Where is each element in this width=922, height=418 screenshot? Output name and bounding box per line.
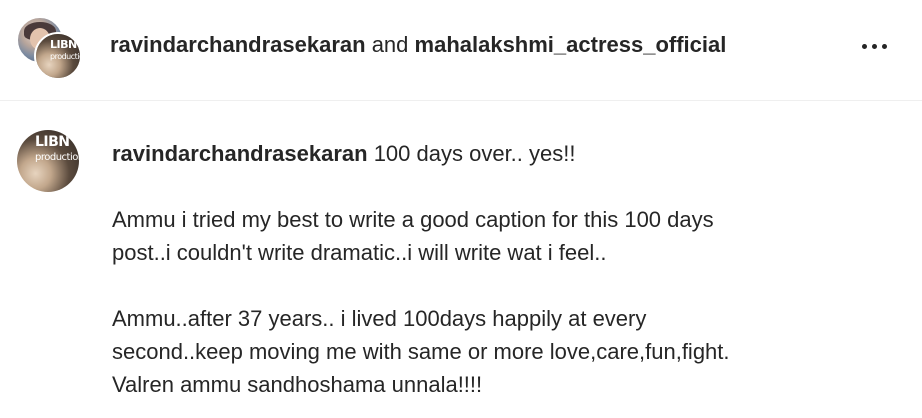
author-link-mahalakshmi[interactable]: mahalakshmi_actress_official	[415, 32, 727, 57]
collab-avatars[interactable]: LIBN production	[16, 16, 82, 80]
caption-line: Valren ammu sandhoshama unnala!!!!	[112, 372, 483, 397]
caption-line: Ammu i tried my best to write a good cap…	[112, 207, 714, 232]
author-link-ravindar[interactable]: ravindarchandrasekaran	[110, 32, 366, 57]
caption-line: Ammu..after 37 years.. i lived 100days h…	[112, 306, 647, 331]
dot	[881, 43, 887, 49]
logo-line2: production	[35, 152, 79, 163]
author-connector: and	[365, 32, 415, 57]
logo-line1: LIBN	[35, 134, 70, 150]
dot	[861, 43, 867, 49]
logo-line2: production	[50, 52, 80, 61]
caption-line: ravindarchandrasekaran 100 days over.. y…	[112, 137, 892, 170]
avatar-logo-text: LIBN production	[50, 38, 80, 62]
caption-avatar[interactable]: LIBN production	[17, 130, 79, 192]
post-header: LIBN production ravindarchandrasekaran a…	[0, 0, 922, 101]
dot	[871, 43, 877, 49]
avatar-ravindar[interactable]: LIBN production	[34, 32, 82, 80]
post-authors: ravindarchandrasekaran and mahalakshmi_a…	[110, 30, 726, 60]
caption-line: post..i couldn't write dramatic..i will …	[112, 240, 607, 265]
logo-line1: LIBN	[50, 38, 77, 51]
caption-username[interactable]: ravindarchandrasekaran	[112, 141, 368, 166]
caption-first-line: 100 days over.. yes!!	[367, 141, 576, 166]
post-caption: ravindarchandrasekaran 100 days over.. y…	[112, 137, 892, 401]
caption-line: second..keep moving me with same or more…	[112, 339, 730, 364]
avatar-logo-text: LIBN production	[35, 134, 79, 164]
more-options-icon[interactable]	[856, 34, 892, 58]
